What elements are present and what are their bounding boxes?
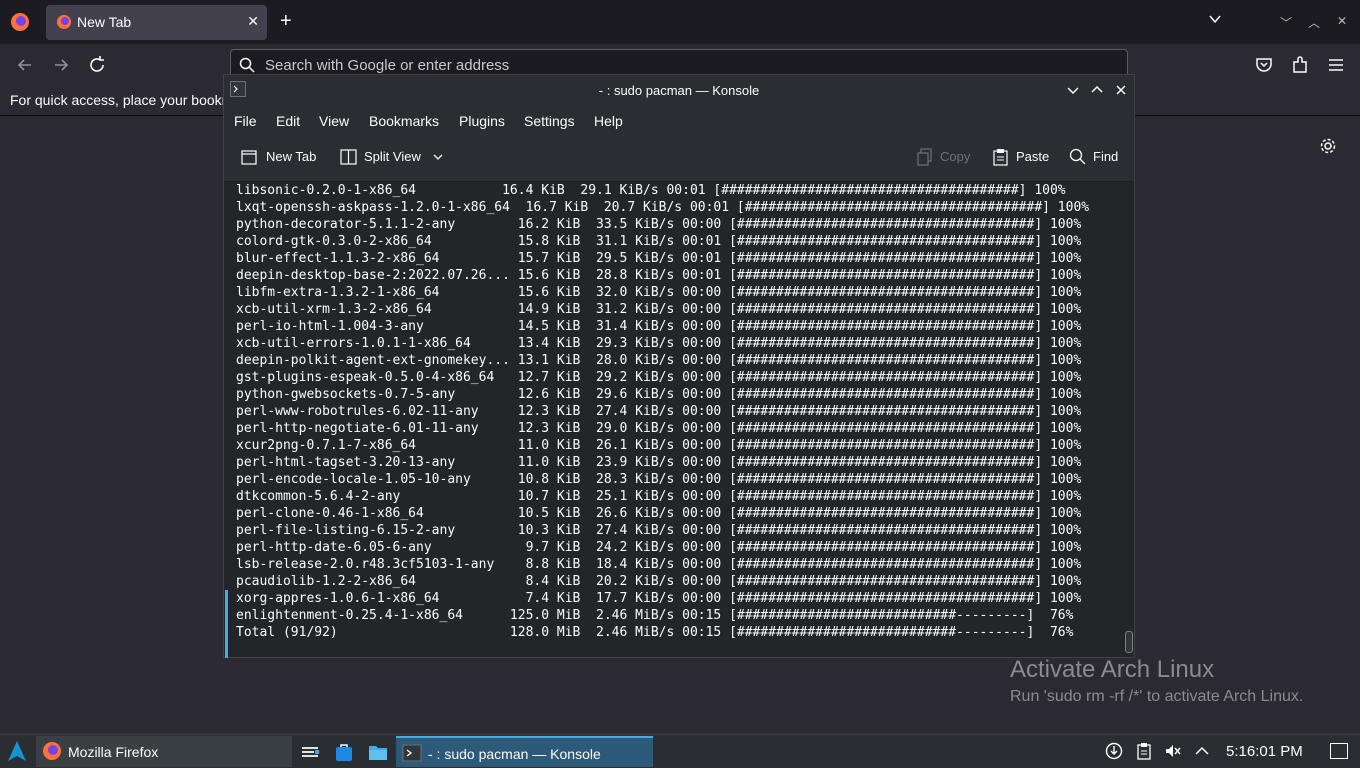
close-icon[interactable] [1112,81,1130,99]
clock[interactable]: 5:16:01 PM [1226,743,1303,760]
pocket-icon[interactable] [1254,55,1274,75]
taskbar: Mozilla Firefox - : sudo pacman — Konsol… [0,734,1360,768]
watermark-subtitle: Run 'sudo rm -rf /*' to activate Arch Li… [1010,688,1304,705]
minimize-icon[interactable] [1064,81,1082,99]
terminal-line: perl-encode-locale-1.05-10-any 10.8 KiB … [236,472,1082,487]
clipboard-icon[interactable] [1135,742,1153,760]
terminal-line: perl-io-html-1.004-3-any 14.5 KiB 31.4 K… [236,319,1082,334]
terminal-output[interactable]: libsonic-0.2.0-1-x86_64 16.4 KiB 29.1 Ki… [224,182,1124,658]
forward-icon[interactable] [50,54,72,76]
new-tab-label: New Tab [266,149,317,164]
terminal-line: libsonic-0.2.0-1-x86_64 16.4 KiB 29.1 Ki… [236,183,1066,198]
firefox-icon [57,15,71,29]
firefox-tabbar: New Tab ✕ + ﹀ ︿ ✕ [0,0,1360,44]
tab-new-tab[interactable]: New Tab ✕ [46,5,267,40]
task-firefox[interactable]: Mozilla Firefox [36,736,292,767]
terminal-line: blur-effect-1.1.3-2-x86_64 15.7 KiB 29.5… [236,251,1082,266]
terminal-line: python-decorator-5.1.1-2-any 16.2 KiB 33… [236,217,1082,232]
terminal-line: xcb-util-errors-1.0.1-1-x86_64 13.4 KiB … [236,336,1082,351]
terminal-line: xcb-util-xrm-1.3-2-x86_64 14.9 KiB 31.2 … [236,302,1082,317]
paste-icon [993,149,1008,166]
chevron-down-icon[interactable] [1208,12,1222,26]
menu-plugins[interactable]: Plugins [459,113,505,129]
gear-icon[interactable] [1319,137,1337,155]
menu-view[interactable]: View [319,113,349,129]
address-input[interactable] [263,56,867,75]
arch-icon[interactable] [6,740,28,762]
konsole-toolbar: New Tab Split View Copy Paste Find [224,135,1134,182]
menu-edit[interactable]: Edit [276,113,300,129]
tray-expand-icon[interactable] [1193,742,1211,760]
terminal-line: libfm-extra-1.3.2-1-x86_64 15.6 KiB 32.0… [236,285,1082,300]
terminal-line: pcaudiolib-1.2-2-x86_64 8.4 KiB 20.2 KiB… [236,574,1082,589]
terminal-line: gst-plugins-espeak-0.5.0-4-x86_64 12.7 K… [236,370,1082,385]
terminal-line: python-gwebsockets-0.7-5-any 12.6 KiB 29… [236,387,1082,402]
copy-icon [917,148,932,166]
konsole-titlebar[interactable]: - : sudo pacman — Konsole [224,75,1134,105]
task-konsole-label: - : sudo pacman — Konsole [428,746,601,762]
terminal-line: colord-gtk-0.3.0-2-x86_64 15.8 KiB 31.1 … [236,234,1082,249]
menu-icon[interactable] [1326,55,1346,75]
firefox-icon [43,742,61,760]
show-desktop-button[interactable] [1330,743,1348,759]
folder-icon[interactable] [367,741,389,763]
close-icon[interactable]: ✕ [247,13,259,30]
menu-settings[interactable]: Settings [524,113,575,129]
terminal-line: perl-clone-0.46-1-x86_64 10.5 KiB 26.6 K… [236,506,1082,521]
find-label: Find [1093,149,1119,164]
terminal-line: lsb-release-2.0.r48.3cf5103-1-any 8.8 Ki… [236,557,1082,572]
menu-help[interactable]: Help [594,113,623,129]
taskview-icon[interactable] [299,741,321,763]
terminal-line: lxqt-openssh-askpass-1.2.0-1-x86_64 16.7… [236,200,1090,215]
split-view-label: Split View [364,149,421,164]
active-line-marker [225,590,228,658]
terminal-line: perl-file-listing-6.15-2-any 10.3 KiB 27… [236,523,1082,538]
reload-icon[interactable] [86,54,108,76]
split-view-icon [340,149,357,165]
paste-label: Paste [1016,149,1050,164]
search-icon [239,57,255,73]
close-icon[interactable]: ✕ [1337,14,1347,28]
back-icon[interactable] [14,54,36,76]
terminal-line: xorg-appres-1.0.6-1-x86_64 7.4 KiB 17.7 … [236,591,1082,606]
terminal-line: dtkcommon-5.6.4-2-any 10.7 KiB 25.1 KiB/… [236,489,1082,504]
terminal-lines: libsonic-0.2.0-1-x86_64 16.4 KiB 29.1 Ki… [236,182,1089,641]
menu-bookmarks[interactable]: Bookmarks [369,113,439,129]
maximize-icon[interactable]: ︿ [1308,14,1320,31]
terminal-line: perl-www-robotrules-6.02-11-any 12.3 KiB… [236,404,1082,419]
terminal-line: deepin-desktop-base-2:2022.07.26... 15.6… [236,268,1082,283]
window-title: - : sudo pacman — Konsole [598,83,760,98]
terminal-line: xcur2png-0.7.1-7-x86_64 11.0 KiB 26.1 Ki… [236,438,1082,453]
activation-watermark: Activate Arch Linux Run 'sudo rm -rf /*'… [1010,656,1303,706]
konsole-menubar: File Edit View Bookmarks Plugins Setting… [224,105,1134,135]
task-konsole[interactable]: - : sudo pacman — Konsole [396,736,653,767]
menu-file[interactable]: File [234,113,257,129]
scrollbar[interactable] [1124,182,1134,657]
extensions-icon[interactable] [1290,55,1310,75]
tab-title: New Tab [77,14,132,30]
update-icon[interactable] [1105,742,1123,760]
find-icon [1069,148,1086,165]
terminal-line: perl-html-tagset-3.20-13-any 11.0 KiB 23… [236,455,1082,470]
terminal-line: perl-http-negotiate-6.01-11-any 12.3 KiB… [236,421,1082,436]
watermark-title: Activate Arch Linux [1010,656,1215,683]
terminal-line: deepin-polkit-agent-ext-gnomekey... 13.1… [236,353,1082,368]
terminal-line: Total (91/92) 128.0 MiB 2.46 MiB/s 00:15… [236,625,1074,640]
mute-icon[interactable] [1164,742,1182,760]
terminal-line: enlightenment-0.25.4-1-x86_64 125.0 MiB … [236,608,1074,623]
copy-label: Copy [940,149,971,164]
firefox-icon[interactable] [10,12,30,32]
task-firefox-label: Mozilla Firefox [68,744,159,760]
konsole-icon [402,744,422,762]
maximize-icon[interactable] [1088,81,1106,99]
plus-icon[interactable]: + [280,10,292,32]
konsole-window: - : sudo pacman — Konsole File Edit View… [223,74,1135,658]
store-icon[interactable] [333,741,355,763]
scrollbar-thumb[interactable] [1125,631,1133,653]
terminal-line: perl-http-date-6.05-6-any 9.7 KiB 24.2 K… [236,540,1082,555]
chevron-down-icon[interactable] [432,151,444,163]
new-tab-icon [241,150,257,165]
minimize-icon[interactable]: ﹀ [1280,14,1292,31]
